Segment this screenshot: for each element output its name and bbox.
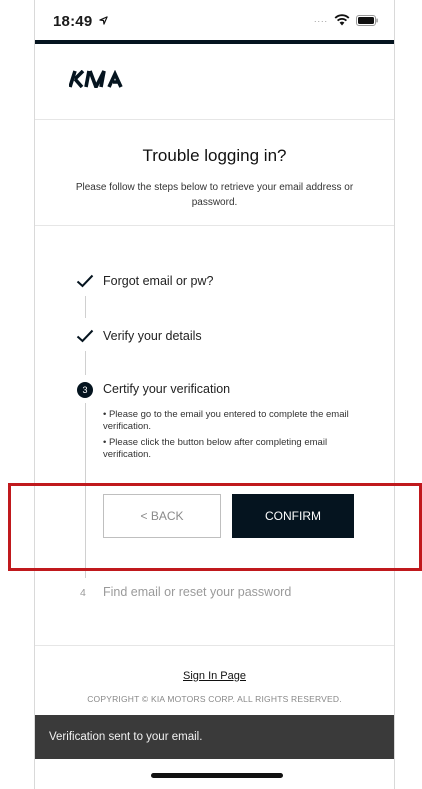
location-arrow-icon bbox=[99, 16, 108, 25]
footer: Sign In Page COPYRIGHT © KIA MOTORS CORP… bbox=[35, 645, 394, 715]
page-title: Trouble logging in? bbox=[142, 146, 287, 165]
verification-notes: • Please go to the email you entered to … bbox=[103, 409, 358, 465]
step-label-verify: Verify your details bbox=[103, 329, 202, 343]
wifi-icon bbox=[334, 14, 350, 26]
steps-list: Forgot email or pw? Verify your details … bbox=[35, 226, 394, 646]
status-bar: 18:49 .... bbox=[35, 0, 394, 40]
check-icon bbox=[76, 274, 94, 288]
sign-in-page-link[interactable]: Sign In Page bbox=[183, 670, 246, 682]
home-indicator[interactable] bbox=[151, 773, 283, 778]
step-connector bbox=[85, 403, 86, 578]
page-subtitle: Please follow the steps below to retriev… bbox=[75, 182, 354, 208]
battery-icon bbox=[356, 14, 378, 26]
confirm-button[interactable]: CONFIRM bbox=[232, 494, 354, 538]
step-connector bbox=[85, 351, 86, 375]
status-icons: .... bbox=[314, 14, 378, 26]
toast-text: Verification sent to your email. bbox=[49, 731, 203, 743]
note-item: • Please click the button below after co… bbox=[103, 437, 328, 460]
step-number-badge: 3 bbox=[77, 382, 93, 398]
toast-message: Verification sent to your email. bbox=[35, 715, 394, 759]
title-section: Trouble logging in? Please follow the st… bbox=[35, 120, 394, 226]
phone-screen: 18:49 .... Trouble logging in? Please fo… bbox=[34, 0, 395, 789]
step-label-forgot: Forgot email or pw? bbox=[103, 274, 214, 288]
signal-icon: .... bbox=[313, 13, 328, 24]
step-label-certify: Certify your verification bbox=[103, 382, 231, 396]
header bbox=[35, 44, 394, 120]
step-number: 4 bbox=[80, 587, 86, 599]
copyright-text: COPYRIGHT © KIA MOTORS CORP. ALL RIGHTS … bbox=[87, 694, 342, 704]
step-connector bbox=[85, 296, 86, 318]
status-time: 18:49 bbox=[53, 13, 108, 30]
step-label-find: Find email or reset your password bbox=[103, 585, 292, 599]
kia-logo bbox=[69, 70, 123, 88]
check-icon bbox=[76, 329, 94, 343]
back-button[interactable]: < BACK bbox=[103, 494, 221, 538]
note-item: • Please go to the email you entered to … bbox=[103, 409, 349, 432]
